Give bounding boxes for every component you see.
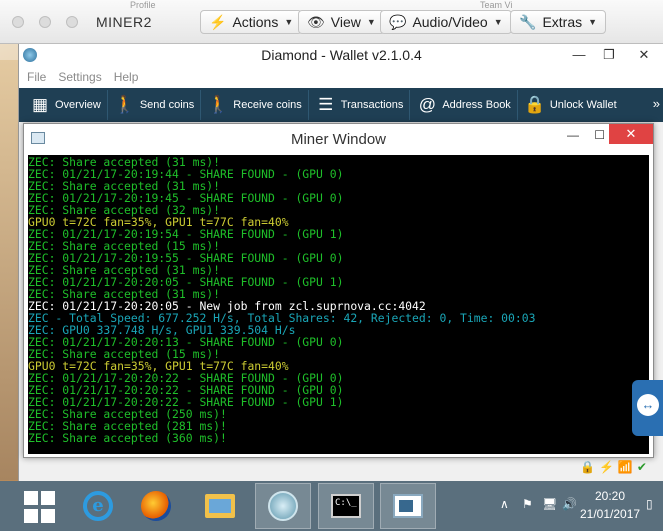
menu-bar: File Settings Help (19, 66, 663, 88)
clock-time: 20:20 (594, 489, 626, 503)
miner-console-output[interactable]: ZEC: Share accepted (31 ms)! ZEC: 01/21/1… (28, 155, 649, 454)
toolbar-send-label: Send coins (139, 99, 195, 111)
minimize-button[interactable]: — (564, 44, 594, 66)
toolbar-address-book-label: Address Book (442, 99, 511, 111)
chevron-down-icon: ▼ (588, 17, 598, 27)
miner-window: Miner Window — ☐ ✕ ZEC: Share accepted (… (23, 123, 654, 458)
miner-minimize-button[interactable]: — (567, 128, 579, 142)
teamviewer-side-tab[interactable]: ↔ (632, 380, 663, 436)
lightning-icon: ⚡ (209, 13, 227, 30)
tray-chevron-up-icon[interactable]: ∧ (500, 497, 509, 511)
remote-session-bar: Profile Team Vi MINER2 ⚡ Actions ▼ 👁 Vie… (0, 0, 663, 44)
receive-person-icon: 🚶 (207, 95, 229, 114)
list-icon: ☰ (318, 95, 334, 114)
toolbar-unlock-label: Unlock Wallet (549, 99, 617, 111)
chevron-down-icon: ▼ (366, 17, 376, 27)
toolbar-transactions[interactable]: ☰ Transactions (311, 90, 411, 120)
miner-title-bar[interactable]: Miner Window — ☐ ✕ (24, 124, 653, 154)
synced-check-icon: ✔ (636, 460, 647, 474)
taskbar-firefox[interactable] (128, 483, 184, 529)
send-person-icon: 🚶 (114, 95, 136, 114)
toolbar-receive-coins[interactable]: 🚶 Receive coins (203, 90, 309, 120)
toolbar-overview[interactable]: ▦ Overview (25, 90, 108, 120)
windows-start-button[interactable] (24, 491, 56, 523)
taskbar-diamond-wallet[interactable] (255, 483, 311, 529)
tray-volume-icon[interactable]: 🔊 (562, 497, 577, 511)
host-hint-right: Team Vi (480, 0, 513, 10)
actions-label: Actions (232, 14, 279, 30)
zoom-traffic-light[interactable] (66, 16, 78, 28)
file-explorer-icon (205, 494, 235, 518)
lock-icon: 🔒 (524, 95, 546, 114)
toolbar-overview-label: Overview (55, 99, 101, 111)
desktop-edge (0, 60, 18, 480)
menu-help[interactable]: Help (114, 66, 139, 88)
wrench-icon: 🔧 (519, 13, 537, 30)
taskbar-internet-explorer[interactable]: e (70, 483, 126, 529)
command-prompt-icon: C:\_ (331, 494, 361, 518)
minimize-traffic-light[interactable] (39, 16, 51, 28)
eye-icon: 👁 (307, 13, 325, 30)
host-hint-left: Profile (130, 0, 156, 10)
menu-settings[interactable]: Settings (58, 66, 101, 88)
taskbar-command-prompt[interactable]: C:\_ (318, 483, 374, 529)
address-book-icon: @ (418, 95, 436, 114)
toolbar-send-coins[interactable]: 🚶 Send coins (110, 90, 202, 120)
session-title: MINER2 (96, 14, 152, 30)
close-button[interactable]: ✕ (629, 44, 659, 66)
diamond-wallet-icon (268, 491, 298, 521)
clock-date: 21/01/2017 (580, 507, 641, 521)
chevron-down-icon: ▼ (493, 17, 503, 27)
extras-button[interactable]: 🔧 Extras ▼ (510, 10, 607, 34)
toolbar-transactions-label: Transactions (340, 99, 404, 111)
view-label: View (330, 14, 361, 30)
view-button[interactable]: 👁 View ▼ (298, 10, 385, 34)
tray-flag-icon[interactable]: ⚑ (522, 497, 533, 511)
close-traffic-light[interactable] (12, 16, 24, 28)
grid-icon: ▦ (31, 95, 49, 114)
internet-explorer-icon: e (83, 491, 113, 521)
restore-button[interactable]: ❐ (594, 44, 624, 66)
audio-video-button[interactable]: 💬 Audio/Video ▼ (380, 10, 512, 34)
wallet-title-bar[interactable]: Diamond - Wallet v2.1.0.4 — ❐ ✕ (19, 44, 663, 66)
menu-file[interactable]: File (27, 66, 46, 88)
chevron-down-icon: ▼ (284, 17, 294, 27)
miner-close-button[interactable]: ✕ (609, 124, 653, 144)
actions-button[interactable]: ⚡ Actions ▼ (200, 10, 303, 34)
miner-maximize-button[interactable]: ☐ (594, 128, 605, 142)
staking-status-icon: ⚡ (598, 460, 614, 474)
console-line: ZEC: Share accepted (360 ms)! (28, 431, 227, 445)
chat-bubbles-icon: 💬 (389, 13, 407, 30)
taskbar-miner-window[interactable] (380, 483, 436, 529)
toolbar-unlock-wallet[interactable]: 🔒 Unlock Wallet (520, 90, 623, 120)
audio-video-label: Audio/Video (412, 14, 488, 30)
wallet-status-icons: 🔒 ⚡ 📶 ✔ (580, 460, 647, 474)
toolbar-overflow-icon[interactable]: » (653, 96, 660, 111)
miner-title: Miner Window (290, 131, 387, 148)
taskbar-clock[interactable]: 20:20 21/01/2017 (580, 487, 640, 523)
toolbar-receive-label: Receive coins (233, 99, 302, 111)
miner-window-icon (393, 494, 423, 518)
action-center-icon[interactable]: ▯ (646, 497, 653, 511)
extras-label: Extras (542, 14, 583, 30)
toolbar-address-book[interactable]: @ Address Book (412, 90, 518, 120)
teamviewer-icon: ↔ (637, 394, 659, 416)
wallet-toolbar: ▦ Overview 🚶 Send coins 🚶 Receive coins … (19, 88, 663, 122)
taskbar-file-explorer[interactable] (192, 483, 248, 529)
lock-status-icon: 🔒 (580, 460, 595, 474)
signal-bars-icon: 📶 (617, 460, 633, 474)
firefox-icon (141, 491, 171, 521)
tray-network-icon[interactable]: 🖥 (542, 497, 557, 511)
taskbar: e C:\_ ∧ ⚑ 🖥 🔊 20:20 21/01/2017 ▯ (0, 481, 663, 531)
